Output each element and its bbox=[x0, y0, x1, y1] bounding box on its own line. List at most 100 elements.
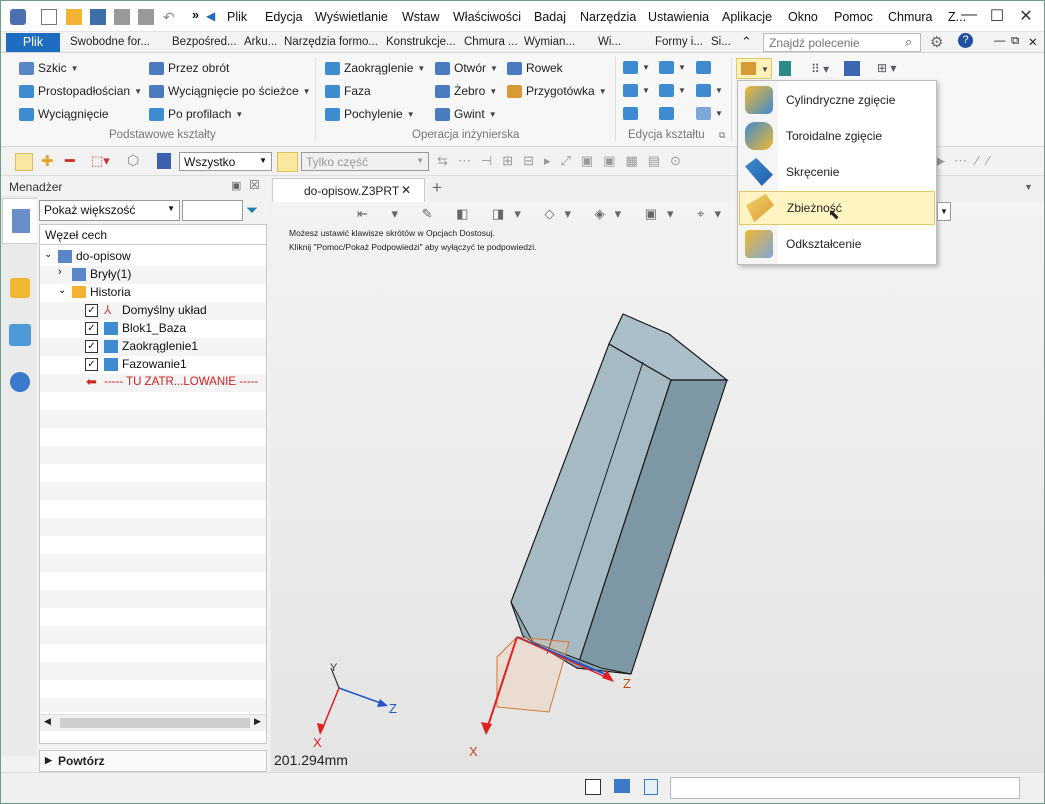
ribbon-tab[interactable]: Arku... bbox=[244, 36, 277, 48]
menu-item[interactable]: Edycja bbox=[265, 10, 303, 24]
menu-item[interactable]: Badaj bbox=[534, 10, 566, 24]
edit-shape-button-3[interactable] bbox=[696, 61, 711, 74]
tree-node-solids[interactable]: › Bryły(1) bbox=[40, 266, 266, 284]
slot-button[interactable]: Rowek bbox=[507, 61, 563, 75]
close-tab-icon[interactable]: ✕ bbox=[401, 183, 411, 197]
edit-shape-button-2[interactable]: ▼ bbox=[659, 61, 686, 74]
revolve-button[interactable]: Przez obrót bbox=[149, 61, 229, 75]
collapse-ribbon-icon[interactable]: ⌃ bbox=[741, 34, 752, 50]
checkbox[interactable]: ✓ bbox=[85, 340, 98, 353]
pin-icon[interactable]: ▣ bbox=[231, 179, 241, 192]
add-icon[interactable]: ✚ bbox=[41, 152, 54, 170]
expand-icon[interactable]: ⌄ bbox=[58, 285, 66, 296]
remove-icon[interactable]: ━ bbox=[65, 151, 75, 171]
tree-node-feature[interactable]: ✓ Zaokrąglenie1 bbox=[40, 338, 266, 356]
draft-button[interactable]: Pochylenie ▼ bbox=[325, 107, 415, 121]
polygon-select-icon[interactable]: ⬡ bbox=[127, 152, 139, 169]
assembly-icon[interactable] bbox=[9, 324, 31, 346]
ribbon-tab[interactable]: Narzędzia formo... bbox=[284, 36, 378, 48]
menu-item[interactable]: Wyświetlanie bbox=[315, 10, 388, 24]
select-pointer-icon[interactable] bbox=[15, 153, 33, 171]
rib-button[interactable]: Żebro ▼ bbox=[435, 84, 497, 98]
expand-icon[interactable]: ⌄ bbox=[44, 249, 52, 260]
edit-shape-button-1[interactable]: ▼ bbox=[623, 61, 650, 74]
new-file-icon[interactable] bbox=[41, 9, 57, 25]
user-icon[interactable] bbox=[10, 372, 30, 392]
menu-item-cylindrical-bend[interactable]: Cylindryczne zgięcie bbox=[739, 83, 935, 117]
extrude-button[interactable]: Wyciągnięcie bbox=[19, 107, 109, 121]
menu-item[interactable]: Ustawienia bbox=[648, 10, 709, 24]
help-icon[interactable]: ? bbox=[958, 33, 973, 48]
menu-item-taper[interactable]: Zbieżność ⬉ bbox=[739, 191, 935, 225]
fillet-button[interactable]: Zaokrąglenie ▼ bbox=[325, 61, 425, 75]
menu-item-toroidal-bend[interactable]: Toroidalne zgięcie bbox=[739, 119, 935, 153]
checkbox[interactable]: ✓ bbox=[85, 358, 98, 371]
menu-item[interactable]: Chmura bbox=[888, 10, 932, 24]
print-setup-icon[interactable] bbox=[138, 9, 154, 25]
edit-shape-button-7[interactable] bbox=[623, 107, 638, 120]
tree-node-feature[interactable]: ✓ ⅄ Domyślny układ bbox=[40, 302, 266, 320]
box-select-icon[interactable]: ⬚▾ bbox=[91, 153, 110, 169]
menu-item[interactable]: Właściwości bbox=[453, 10, 521, 24]
part-scope-icon[interactable] bbox=[277, 152, 298, 172]
dialog-launcher-icon[interactable]: ⧉ bbox=[719, 130, 725, 141]
ribbon-tab[interactable]: Konstrukcje... bbox=[386, 36, 456, 48]
menu-item[interactable]: Narzędzia bbox=[580, 10, 636, 24]
part-icon[interactable] bbox=[10, 278, 30, 298]
edit-shape-button-6[interactable]: ▼ bbox=[696, 84, 723, 97]
close-panel-icon[interactable]: ☒ bbox=[249, 178, 260, 192]
filter-funnel-icon[interactable]: ⏷ bbox=[246, 202, 258, 219]
tab-list-icon[interactable]: ▼ bbox=[1024, 182, 1033, 192]
search-input[interactable] bbox=[763, 33, 921, 52]
edit-shape-button-4[interactable]: ▼ bbox=[623, 84, 650, 97]
edit-shape-button-8[interactable] bbox=[659, 107, 674, 120]
tab-history[interactable] bbox=[2, 198, 37, 244]
sketch-button[interactable]: Szkic ▼ bbox=[19, 61, 79, 75]
selection-tools-icons[interactable]: ⇆⋯⊣⊞⊟▸⤢▣▣▦▤⊙ bbox=[437, 153, 691, 169]
horizontal-scrollbar[interactable]: ◀ ▶ bbox=[40, 714, 266, 731]
filter-combo[interactable]: Wszystko ▼ bbox=[179, 152, 272, 171]
ribbon-tab[interactable]: Wymian... bbox=[524, 36, 575, 48]
open-folder-icon[interactable] bbox=[66, 9, 82, 25]
tree-search-input[interactable] bbox=[182, 200, 243, 221]
maximize-button[interactable]: ☐ bbox=[982, 6, 1012, 26]
document-icon[interactable] bbox=[644, 779, 658, 795]
deform-dropdown-button[interactable]: ▼ bbox=[736, 58, 772, 79]
print-icon[interactable] bbox=[114, 9, 130, 25]
menu-item[interactable]: Plik bbox=[227, 10, 247, 24]
measure-icon[interactable] bbox=[844, 61, 860, 76]
edit-shape-button-5[interactable]: ▼ bbox=[659, 84, 686, 97]
ribbon-tab[interactable]: Wi... bbox=[598, 36, 621, 48]
document-tab[interactable]: do-opisow.Z3PRT ✕ bbox=[272, 178, 425, 202]
collapsed-icon[interactable]: › bbox=[58, 266, 62, 278]
ribbon-restore-button[interactable]: ⧉ bbox=[1011, 35, 1019, 48]
scroll-thumb[interactable] bbox=[60, 718, 250, 728]
ribbon-tab[interactable]: Si... bbox=[711, 36, 731, 48]
menu-item[interactable]: Wstaw bbox=[402, 10, 440, 24]
tree-node-history[interactable]: ⌄ Historia bbox=[40, 284, 266, 302]
command-input[interactable] bbox=[670, 777, 1020, 799]
screen-icon[interactable] bbox=[614, 779, 630, 793]
filter-icon[interactable] bbox=[157, 153, 171, 169]
save-icon[interactable] bbox=[90, 9, 106, 25]
checkbox[interactable]: ✓ bbox=[85, 304, 98, 317]
minimize-button[interactable]: — bbox=[954, 6, 984, 24]
scroll-left-icon[interactable]: ◀ bbox=[44, 716, 51, 727]
grid-pattern-icon[interactable]: ⠿ ▾ bbox=[811, 62, 829, 76]
menu-item-deformation[interactable]: Odkształcenie bbox=[739, 227, 935, 261]
edit-shape-button-9[interactable]: ▼ bbox=[696, 107, 723, 120]
tab-plik[interactable]: Plik bbox=[6, 33, 60, 52]
new-tab-icon[interactable]: + bbox=[432, 178, 442, 198]
stock-button[interactable]: Przygotówka ▼ bbox=[507, 84, 607, 98]
input-window-icon[interactable] bbox=[585, 779, 601, 795]
snap-tools-icons[interactable]: ▶⋯∕∕ bbox=[935, 153, 998, 169]
flex-icon[interactable] bbox=[779, 61, 791, 76]
sweep-button[interactable]: Wyciągnięcie po ścieżce ▼ bbox=[149, 84, 311, 98]
ribbon-minimize-button[interactable]: — bbox=[994, 35, 1006, 47]
close-button[interactable]: ✕ bbox=[1011, 6, 1041, 26]
box-button[interactable]: Prostopadłościan ▼ bbox=[19, 84, 142, 98]
undo-icon[interactable]: ↶ bbox=[163, 9, 179, 25]
expand-arrow-icon[interactable]: ▶ bbox=[45, 755, 52, 766]
tree-node-feature[interactable]: ✓ Blok1_Baza bbox=[40, 320, 266, 338]
thread-button[interactable]: Gwint ▼ bbox=[435, 107, 497, 121]
